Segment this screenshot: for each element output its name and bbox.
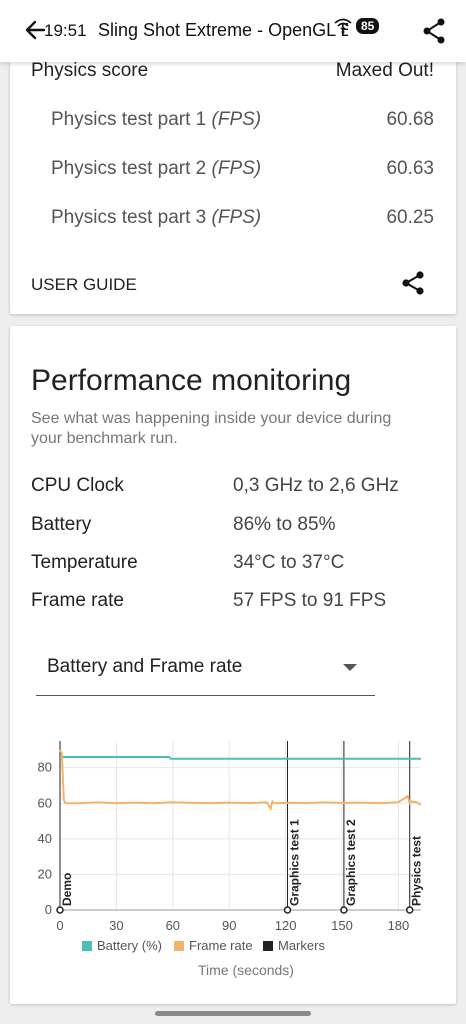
y-tick-label: 60 [38,795,52,810]
y-tick-label: 20 [38,866,52,881]
app-bar: 19:51 Sling Shot Extreme - OpenGL ES 3.1… [0,0,466,62]
dropdown-value: Battery and Frame rate [47,656,243,677]
share-icon[interactable] [400,270,426,296]
dropdown-arrow-icon [343,664,357,671]
physics-score-value: Maxed Out! [335,60,434,81]
physics-part-unit: (FPS) [211,109,262,130]
section-title: Performance monitoring [31,364,352,397]
physics-part-value: 60.63 [386,158,434,179]
marker-label: Graphics test 1 [288,819,302,906]
physics-part-label: Physics test part 1 [51,109,207,130]
x-axis-title: Time (seconds) [198,962,294,978]
share-icon[interactable] [422,18,446,44]
marker-label: Physics test [410,836,424,906]
x-tick-label: 60 [166,918,180,933]
marker-point [283,906,292,914]
section-description: See what was happening inside your devic… [31,410,392,447]
x-tick-label: 180 [388,918,410,933]
page-title: Sling Shot Extreme - OpenGL ES 3.1 [98,20,348,40]
marker-label: Graphics test 2 [344,819,358,906]
gesture-nav-bar[interactable] [155,1011,311,1016]
results-card: Physics score Maxed Out! Physics test pa… [10,48,456,314]
y-tick-label: 0 [45,902,52,917]
x-tick-label: 30 [109,918,123,933]
stat-value: 34°C to 37°C [233,552,345,573]
legend-swatch [82,941,92,951]
stat-value: 0,3 GHz to 2,6 GHz [233,475,399,496]
y-tick-label: 40 [38,831,52,846]
physics-part-unit: (FPS) [211,158,262,179]
stat-value: 57 FPS to 91 FPS [233,590,387,611]
physics-part-label: Physics test part 3 [51,207,207,228]
x-tick-label: 90 [222,918,236,933]
marker-point [340,906,348,914]
stat-label: Temperature [31,552,138,573]
marker-point [405,906,414,914]
stat-value: 86% to 85% [233,514,336,535]
x-tick-label: 0 [56,918,63,933]
wifi-icon [334,18,352,34]
status-time: 19:51 [44,21,87,40]
x-tick-label: 120 [275,918,297,933]
physics-part-unit: (FPS) [211,207,262,228]
physics-part-label: Physics test part 2 [51,158,207,179]
stat-label: Battery [31,514,92,535]
chart-metric-dropdown[interactable]: Battery and Frame rate [36,648,375,696]
marker-label: Demo [60,873,74,906]
battery-badge: 85 [356,18,380,34]
stat-label: Frame rate [31,590,124,611]
performance-chart: 0 30 60 90 120 150 180 0 20 40 60 80 Demo Graphics te… [38,741,424,978]
performance-card: Performance monitoring See what was happ… [10,326,456,1004]
legend-label: Markers [278,938,325,953]
stat-label: CPU Clock [31,475,124,496]
legend-label: Frame rate [189,938,253,953]
user-guide-link[interactable]: USER GUIDE [31,275,137,295]
series-line [60,756,421,760]
marker-point [56,906,64,914]
x-tick-label: 150 [331,918,353,933]
legend-swatch [174,941,184,951]
legend-swatch [263,941,273,951]
y-tick-label: 80 [38,760,52,775]
status-icons: 85 [334,18,380,34]
physics-score-label: Physics score [31,60,149,81]
legend-label: Battery (%) [97,938,162,953]
physics-part-value: 60.25 [386,207,434,228]
physics-part-value: 60.68 [386,109,434,130]
